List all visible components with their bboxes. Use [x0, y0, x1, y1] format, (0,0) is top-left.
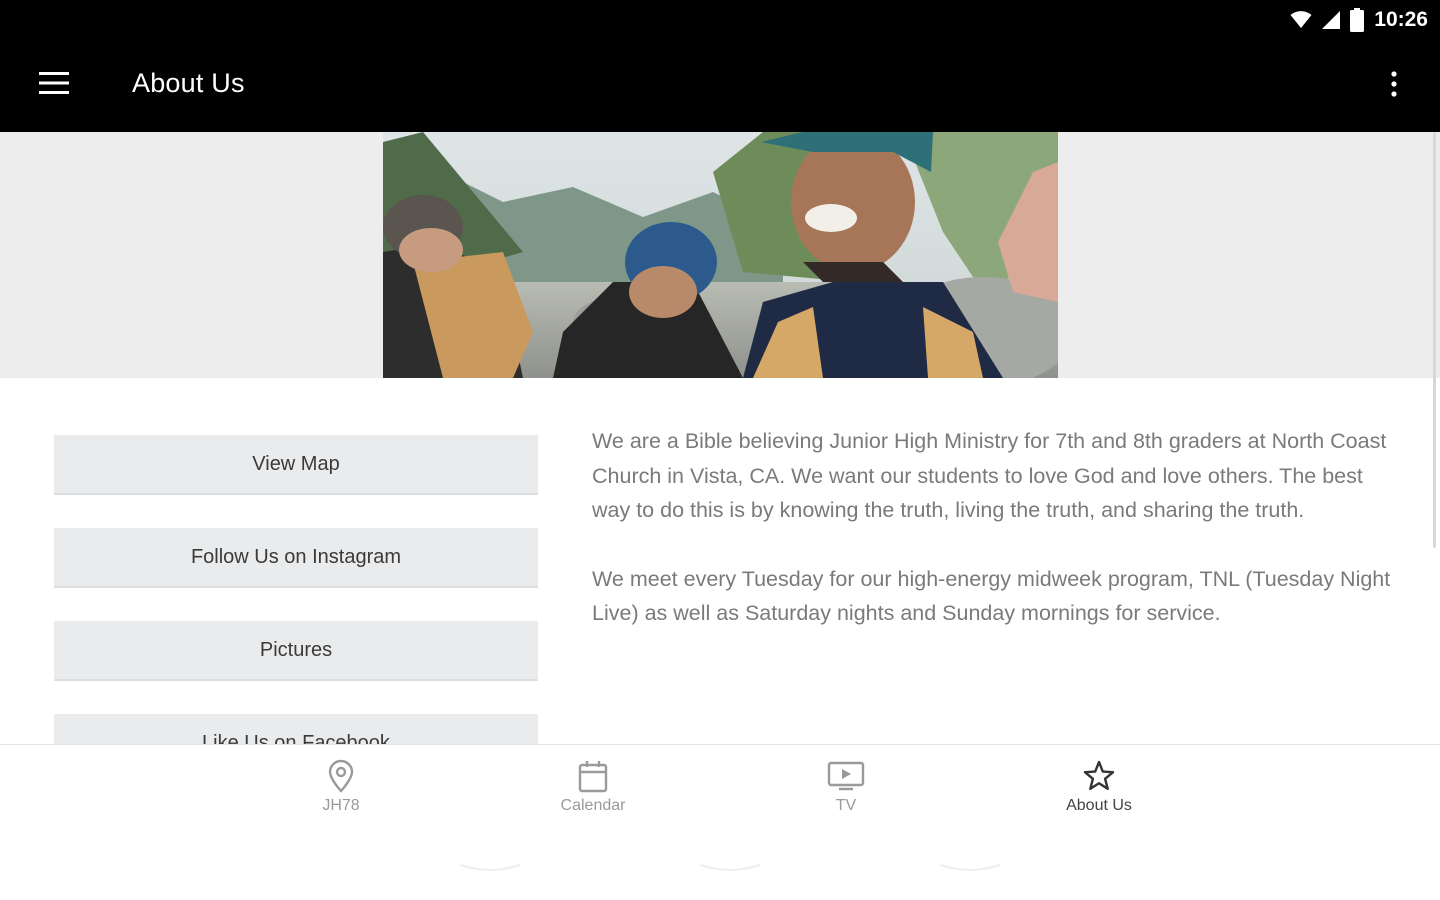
about-paragraph: We are a Bible believing Junior High Min…: [592, 429, 1387, 522]
about-paragraph: We meet every Tuesday for our high-energ…: [592, 566, 1391, 626]
app-bar: About Us: [0, 40, 1440, 132]
facebook-button[interactable]: Like Us on Facebook: [54, 714, 538, 744]
page-title: About Us: [132, 68, 245, 98]
battery-icon: [1350, 8, 1365, 32]
location-pin-icon: [326, 759, 356, 793]
more-options-button[interactable]: [1372, 64, 1416, 108]
cell-signal-icon: [1322, 11, 1341, 29]
decorative-arc: [700, 864, 760, 871]
instagram-button[interactable]: Follow Us on Instagram: [54, 528, 538, 588]
nav-item-jh78[interactable]: JH78: [251, 759, 431, 825]
nav-label: About Us: [1066, 797, 1132, 814]
about-content: View Map Follow Us on Instagram Pictures…: [0, 378, 1440, 744]
star-icon: [1083, 759, 1115, 793]
hamburger-menu-icon: [39, 71, 69, 99]
decorative-arc: [940, 864, 1000, 871]
nav-label: JH78: [322, 797, 360, 814]
menu-button[interactable]: [26, 64, 82, 106]
status-time: 10:26: [1374, 8, 1428, 31]
decorative-arc: [460, 864, 520, 871]
nav-label: TV: [835, 797, 857, 814]
more-vert-icon: [1391, 70, 1397, 102]
hero-banner: [0, 132, 1440, 378]
nav-item-tv[interactable]: TV: [756, 759, 936, 825]
nav-item-calendar[interactable]: Calendar: [503, 759, 683, 825]
calendar-icon: [577, 759, 609, 793]
action-list: View Map Follow Us on Instagram Pictures…: [54, 435, 538, 744]
pictures-button[interactable]: Pictures: [54, 621, 538, 681]
nav-label: Calendar: [560, 797, 626, 814]
nav-item-about-us[interactable]: About Us: [1009, 759, 1189, 825]
status-bar: 10:26: [0, 0, 1440, 40]
view-map-button[interactable]: View Map: [54, 435, 538, 495]
bottom-navigation: JH78 Calendar TV About Us: [0, 744, 1440, 900]
scrollbar[interactable]: [1433, 132, 1436, 548]
hero-photo: [383, 132, 1058, 378]
tv-play-icon: [827, 759, 865, 793]
about-description: We are a Bible believing Junior High Min…: [592, 424, 1402, 665]
wifi-icon: [1290, 11, 1312, 29]
